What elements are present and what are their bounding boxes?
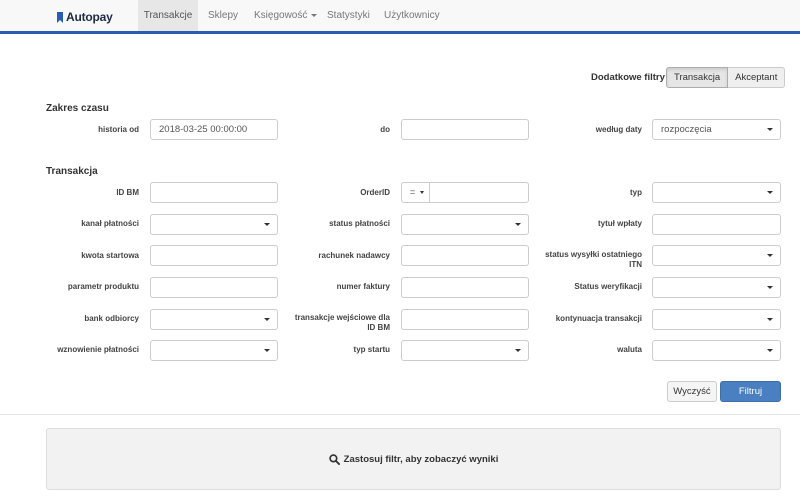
start-amount-label: kwota startowa [81, 251, 139, 260]
order-id-group: = [401, 182, 529, 203]
payment-title-input[interactable] [652, 214, 781, 235]
payment-resume-select[interactable] [150, 340, 278, 361]
payment-channel-select[interactable] [150, 214, 278, 235]
section-divider [0, 414, 800, 415]
product-param-input[interactable] [150, 277, 278, 298]
payment-resume-label: wznowienie płatności [57, 345, 139, 354]
to-date-input[interactable] [401, 119, 529, 140]
transaction-title: Transakcja [46, 166, 98, 177]
start-type-label: typ startu [353, 345, 390, 354]
results-placeholder: Zastosuj filtr, aby zobaczyć wyniki [46, 428, 781, 490]
payment-channel-label: kanał płatności [81, 219, 139, 228]
nav-item-ksiegowosc-label: Księgowość [254, 10, 308, 21]
input-transactions-label: transakcje wejściowe dla ID BM [294, 313, 390, 332]
invoice-number-input[interactable] [401, 277, 529, 298]
invoice-number-label: numer faktury [336, 282, 390, 291]
results-message: Zastosuj filtr, aby zobaczyć wyniki [343, 453, 499, 465]
brand-name: Autopay [66, 10, 113, 24]
start-type-select[interactable] [401, 340, 529, 361]
sender-account-input[interactable] [401, 245, 529, 266]
order-id-label: OrderID [360, 188, 390, 197]
history-from-label: historia od [98, 125, 139, 134]
order-id-input[interactable] [430, 182, 529, 203]
nav-item-transakcje[interactable]: Transakcje [138, 0, 198, 31]
last-itn-status-label: status wysyłki ostatniego ITN [545, 250, 642, 269]
id-bm-input[interactable] [150, 182, 278, 203]
recipient-bank-label: bank odbiorcy [84, 314, 139, 323]
transaction-continuation-label: kontynuacja transakcji [555, 314, 642, 323]
currency-select[interactable] [652, 340, 781, 361]
payment-title-label: tytuł wpłaty [597, 219, 642, 228]
transaction-continuation-select[interactable] [652, 309, 781, 330]
autopay-logo-icon [57, 11, 63, 23]
by-date-select[interactable]: rozpoczęcia [652, 119, 781, 140]
extra-filters-label: Dodatkowe filtry [591, 72, 665, 83]
nav-item-ksiegowosc[interactable]: Księgowość [254, 0, 318, 31]
start-amount-input[interactable] [150, 245, 278, 266]
time-range-title: Zakres czasu [46, 103, 109, 114]
type-select[interactable] [652, 182, 781, 203]
verification-status-select[interactable] [652, 277, 781, 298]
sender-account-label: rachunek nadawcy [318, 251, 390, 260]
last-itn-status-select[interactable] [652, 245, 781, 266]
clear-button[interactable]: Wyczyść [667, 381, 717, 402]
to-label: do [380, 125, 390, 134]
navbar-accent-line [0, 31, 800, 34]
toggle-transakcja-button[interactable]: Transakcja [666, 67, 729, 88]
verification-status-label: Status weryfikacji [574, 282, 642, 291]
toggle-akceptant-button[interactable]: Akceptant [728, 67, 786, 88]
nav-item-statystyki[interactable]: Statystyki [327, 0, 370, 31]
product-param-label: parametr produktu [67, 282, 139, 291]
order-id-operator-select[interactable]: = [401, 182, 430, 203]
payment-status-label: status płatności [329, 219, 390, 228]
history-from-input[interactable]: 2018-03-25 00:00:00 [150, 119, 278, 140]
nav-item-uzytkownicy[interactable]: Użytkownicy [384, 0, 440, 31]
id-bm-label: ID BM [116, 188, 139, 197]
type-label: typ [630, 188, 642, 197]
nav-item-sklepy[interactable]: Sklepy [208, 0, 238, 31]
input-transactions-input[interactable] [401, 309, 529, 330]
by-date-label: według daty [595, 125, 642, 134]
filter-button[interactable]: Filtruj [720, 381, 781, 402]
chevron-down-icon [311, 13, 318, 17]
search-icon [328, 453, 340, 465]
payment-status-select[interactable] [401, 214, 529, 235]
brand-logo[interactable]: Autopay [57, 9, 113, 25]
currency-label: waluta [617, 345, 642, 354]
recipient-bank-select[interactable] [150, 309, 278, 330]
filter-type-toggle: Transakcja Akceptant [666, 67, 786, 88]
top-navbar: Autopay Transakcje Sklepy Księgowość Sta… [0, 0, 800, 34]
